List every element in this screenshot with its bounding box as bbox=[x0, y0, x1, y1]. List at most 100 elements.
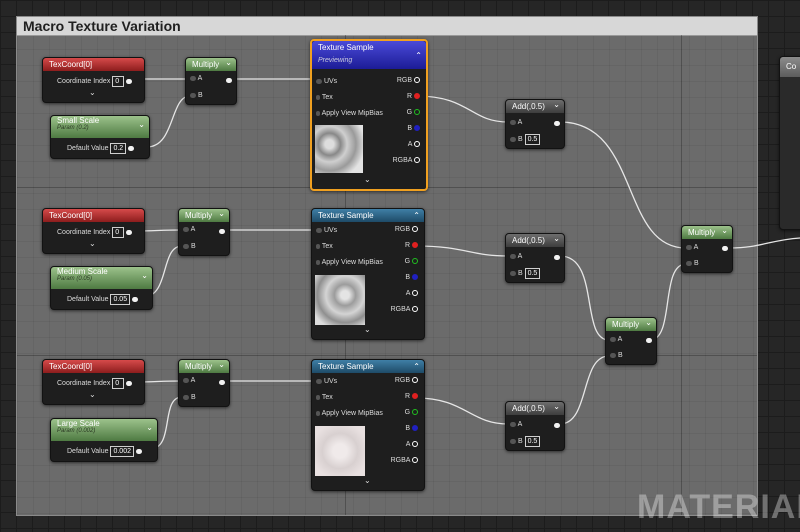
tex-pin[interactable] bbox=[316, 94, 320, 100]
coordinate-index-field[interactable]: 0 bbox=[112, 378, 125, 389]
default-value-field[interactable]: 0.002 bbox=[110, 446, 134, 457]
b-value-field[interactable]: 0.5 bbox=[524, 436, 541, 447]
chevron-down-icon[interactable]: ⌄ bbox=[218, 209, 225, 218]
uvs-pin[interactable] bbox=[316, 78, 322, 84]
input-pin-a[interactable] bbox=[510, 253, 516, 259]
b-value-field[interactable]: 0.5 bbox=[524, 268, 541, 279]
a-pin[interactable] bbox=[412, 441, 418, 448]
output-pin[interactable] bbox=[128, 145, 135, 151]
coordinate-index-field[interactable]: 0 bbox=[112, 76, 125, 87]
chevron-down-icon[interactable]: ⌄ bbox=[146, 423, 153, 432]
input-pin-b[interactable] bbox=[610, 352, 616, 358]
output-pin[interactable] bbox=[126, 229, 133, 235]
output-pin[interactable] bbox=[126, 78, 133, 84]
chevron-down-icon[interactable]: ⌄ bbox=[553, 402, 560, 411]
chevron-up-icon[interactable]: ⌃ bbox=[415, 49, 422, 62]
chevron-down-icon[interactable]: ⌄ bbox=[364, 476, 371, 485]
texcoord-node-2[interactable]: TexCoord[0] Coordinate Index 0 ⌄ bbox=[42, 208, 145, 254]
output-pin[interactable] bbox=[226, 78, 232, 83]
uvs-pin[interactable] bbox=[316, 378, 322, 384]
rgb-pin[interactable] bbox=[412, 377, 418, 384]
texcoord-node-3[interactable]: TexCoord[0] Coordinate Index 0 ⌄ bbox=[42, 359, 145, 405]
chevron-down-icon[interactable]: ⌄ bbox=[141, 271, 148, 280]
texture-sample-node-2[interactable]: Texture Sample ⌃ UVs Tex Apply View MipB… bbox=[311, 208, 425, 340]
input-pin-b[interactable] bbox=[686, 260, 692, 266]
scale-param-medium[interactable]: Medium Scale Param (0.05) ⌄ Default Valu… bbox=[50, 266, 153, 310]
output-pin[interactable] bbox=[219, 229, 225, 234]
texcoord-node-1[interactable]: TexCoord[0] Coordinate Index 0 ⌄ bbox=[42, 57, 145, 103]
add-node-2[interactable]: Add(,0.5) ⌄ A B 0.5 bbox=[505, 233, 565, 283]
r-pin[interactable] bbox=[412, 242, 418, 249]
g-pin[interactable] bbox=[412, 409, 418, 416]
output-pin[interactable] bbox=[646, 338, 652, 343]
input-pin-a[interactable] bbox=[183, 226, 189, 232]
texture-sample-node-1[interactable]: Texture Sample Previewing ⌃ UVs Tex Appl… bbox=[310, 39, 428, 191]
chevron-down-icon[interactable]: ⌄ bbox=[364, 325, 371, 334]
b-pin[interactable] bbox=[412, 274, 418, 281]
b-pin[interactable] bbox=[414, 125, 420, 132]
g-pin[interactable] bbox=[414, 109, 420, 116]
output-pin[interactable] bbox=[219, 380, 225, 385]
chevron-up-icon[interactable]: ⌃ bbox=[413, 360, 420, 373]
b-pin[interactable] bbox=[412, 425, 418, 432]
chevron-down-icon[interactable]: ⌄ bbox=[138, 120, 145, 129]
chevron-up-icon[interactable]: ⌃ bbox=[413, 209, 420, 222]
input-pin-a[interactable] bbox=[183, 377, 189, 383]
output-pin[interactable] bbox=[554, 255, 560, 260]
add-node-3[interactable]: Add(,0.5) ⌄ A B 0.5 bbox=[505, 401, 565, 451]
tex-pin[interactable] bbox=[316, 394, 320, 400]
multiply-node-combine-1[interactable]: Multiply ⌄ A B bbox=[605, 317, 657, 365]
chevron-down-icon[interactable]: ⌄ bbox=[89, 390, 96, 399]
coordinate-index-field[interactable]: 0 bbox=[112, 227, 125, 238]
chevron-down-icon[interactable]: ⌄ bbox=[89, 239, 96, 248]
chevron-down-icon[interactable]: ⌄ bbox=[89, 88, 96, 97]
mip-pin[interactable] bbox=[316, 110, 320, 116]
r-pin[interactable] bbox=[414, 93, 420, 100]
chevron-down-icon[interactable]: ⌄ bbox=[553, 234, 560, 243]
default-value-field[interactable]: 0.2 bbox=[110, 143, 127, 154]
scale-param-large[interactable]: Large Scale Param (0.002) ⌄ Default Valu… bbox=[50, 418, 158, 462]
input-pin-b[interactable] bbox=[183, 243, 189, 249]
rgba-pin[interactable] bbox=[412, 457, 418, 464]
input-pin-a[interactable] bbox=[510, 421, 516, 427]
rgba-pin[interactable] bbox=[412, 306, 418, 313]
chevron-down-icon[interactable]: ⌄ bbox=[218, 360, 225, 369]
multiply-node-3[interactable]: Multiply ⌄ A B bbox=[178, 359, 230, 407]
output-pin[interactable] bbox=[126, 380, 133, 386]
rgba-pin[interactable] bbox=[414, 157, 420, 164]
chevron-down-icon[interactable]: ⌄ bbox=[645, 318, 652, 327]
uvs-pin[interactable] bbox=[316, 227, 322, 233]
rgb-pin[interactable] bbox=[412, 226, 418, 233]
chevron-down-icon[interactable]: ⌄ bbox=[553, 100, 560, 109]
chevron-down-icon[interactable]: ⌄ bbox=[364, 175, 371, 184]
input-pin-a[interactable] bbox=[510, 119, 516, 125]
output-pin[interactable] bbox=[554, 423, 560, 428]
rgb-pin[interactable] bbox=[414, 77, 420, 84]
multiply-node-1[interactable]: Multiply ⌄ A B bbox=[185, 57, 237, 105]
output-pin[interactable] bbox=[554, 121, 560, 126]
mip-pin[interactable] bbox=[316, 259, 320, 265]
output-pin[interactable] bbox=[135, 448, 142, 454]
input-pin-b[interactable] bbox=[190, 92, 196, 98]
multiply-node-2[interactable]: Multiply ⌄ A B bbox=[178, 208, 230, 256]
input-pin-b[interactable] bbox=[510, 438, 516, 444]
a-pin[interactable] bbox=[414, 141, 420, 148]
input-pin-a[interactable] bbox=[190, 75, 196, 81]
chevron-down-icon[interactable]: ⌄ bbox=[225, 58, 232, 67]
input-pin-b[interactable] bbox=[510, 270, 516, 276]
a-pin[interactable] bbox=[412, 290, 418, 297]
g-pin[interactable] bbox=[412, 258, 418, 265]
texture-sample-node-3[interactable]: Texture Sample ⌃ UVs Tex Apply View MipB… bbox=[311, 359, 425, 491]
mip-pin[interactable] bbox=[316, 410, 320, 416]
output-pin[interactable] bbox=[722, 246, 728, 251]
tex-pin[interactable] bbox=[316, 243, 320, 249]
multiply-node-combine-2[interactable]: Multiply ⌄ A B bbox=[681, 225, 733, 273]
input-pin-b[interactable] bbox=[183, 394, 189, 400]
output-pin[interactable] bbox=[132, 296, 139, 302]
b-value-field[interactable]: 0.5 bbox=[524, 134, 541, 145]
input-pin-a[interactable] bbox=[610, 336, 616, 342]
input-pin-a[interactable] bbox=[686, 244, 692, 250]
default-value-field[interactable]: 0.05 bbox=[110, 294, 131, 305]
input-pin-b[interactable] bbox=[510, 136, 516, 142]
chevron-down-icon[interactable]: ⌄ bbox=[721, 226, 728, 235]
